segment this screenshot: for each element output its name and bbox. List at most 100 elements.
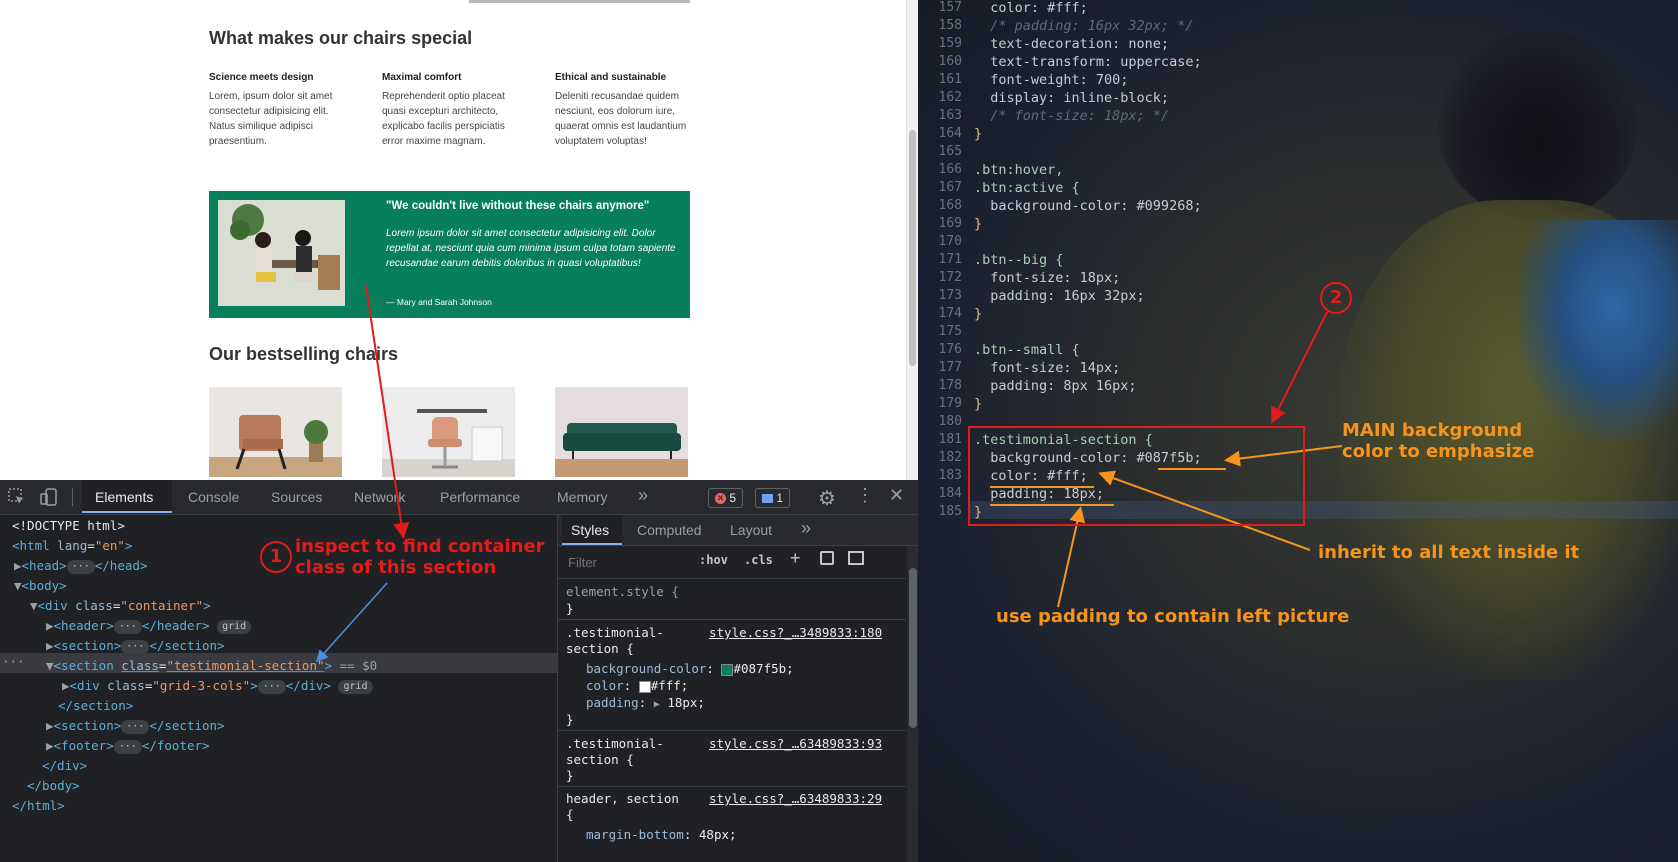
styles-filter-input[interactable] — [566, 552, 690, 572]
code-line[interactable]: .btn:hover, — [974, 162, 1063, 178]
code-line[interactable]: } — [974, 126, 982, 142]
code-line[interactable]: padding: 16px 32px; — [974, 288, 1144, 304]
tree-html-close[interactable]: </html> — [12, 798, 65, 813]
rule1-selector[interactable]: .testimonial- — [566, 625, 664, 640]
rule2-selector[interactable]: .testimonial- — [566, 736, 664, 751]
page-scrollbar[interactable] — [906, 0, 918, 480]
code-line[interactable]: text-transform: uppercase; — [974, 54, 1201, 70]
code-line[interactable]: padding: 8px 16px; — [974, 378, 1136, 394]
rule3-selector[interactable]: header, section — [566, 791, 679, 806]
rule2-source-link[interactable]: style.css?_…63489833:93 — [709, 736, 882, 751]
tab-memory[interactable]: Memory — [557, 489, 608, 505]
tree-section-1[interactable]: ▶<section> ··· </section> — [46, 638, 225, 654]
code-line[interactable]: font-size: 18px; — [974, 270, 1120, 286]
more-tabs-button[interactable]: » — [638, 485, 648, 506]
feature-3: Ethical and sustainable Deleniti recusan… — [555, 72, 695, 149]
tree-section-2[interactable]: ▶<section> ··· </section> — [46, 718, 225, 734]
tree-body[interactable]: ▼<body> — [14, 578, 67, 593]
scrollbar-thumb[interactable] — [909, 568, 917, 728]
paint-icon[interactable] — [820, 551, 834, 565]
tree-html[interactable]: <html lang="en"> — [12, 538, 132, 553]
code-line[interactable]: display: inline-block; — [974, 90, 1169, 106]
inspect-icon[interactable] — [8, 488, 26, 506]
row-more[interactable]: ··· — [2, 654, 25, 669]
ellipsis-badge[interactable]: ··· — [121, 639, 150, 654]
testimonial-text: Lorem ipsum dolor sit amet consectetur a… — [386, 228, 676, 269]
add-rule-icon[interactable]: + — [790, 548, 801, 569]
tab-console[interactable]: Console — [188, 489, 239, 505]
ellipsis-badge[interactable]: ··· — [66, 559, 95, 574]
rule1-prop-padding[interactable]: padding: ▶ 18px; — [586, 695, 705, 710]
tab-elements[interactable]: Elements — [95, 489, 153, 505]
tree-container[interactable]: ▼<div class="container"> — [30, 598, 211, 613]
tree-grid-div[interactable]: ▶<div class="grid-3-cols"> ··· </div> grid — [62, 678, 373, 694]
code-line[interactable]: color: #fff; — [974, 0, 1088, 16]
rule3-prop[interactable]: margin-bottom: 48px; — [586, 827, 737, 842]
line-number: 161 — [938, 72, 962, 87]
code-line[interactable]: /* font-size: 18px; */ — [974, 108, 1169, 124]
tab-styles[interactable]: Styles — [571, 522, 609, 538]
tree-header[interactable]: ▶<header> ··· </header> grid — [46, 618, 252, 634]
sidebar-toggle-icon[interactable] — [848, 551, 864, 565]
code-line[interactable]: .btn--big { — [974, 252, 1063, 268]
ellipsis-badge[interactable]: ··· — [121, 719, 150, 734]
prop-name: padding — [586, 695, 639, 710]
tree-testimonial-section[interactable]: ▼<section class="testimonial-section"> =… — [46, 658, 377, 673]
code-line[interactable]: } — [974, 216, 982, 232]
color-swatch[interactable] — [638, 680, 651, 693]
code-line[interactable]: text-decoration: none; — [974, 36, 1169, 52]
code-line[interactable]: font-weight: 700; — [974, 72, 1128, 88]
pane-divider[interactable] — [557, 515, 558, 862]
rule-close: } — [566, 712, 574, 727]
scrollbar-thumb[interactable] — [909, 130, 916, 366]
cls-toggle[interactable]: .cls — [744, 553, 773, 567]
chair-image-3 — [555, 387, 688, 477]
tab-layout[interactable]: Layout — [730, 522, 772, 538]
tree-footer[interactable]: ▶<footer> ··· </footer> — [46, 738, 210, 754]
more-style-tabs[interactable]: » — [801, 518, 811, 539]
color-swatch[interactable] — [721, 663, 734, 676]
code-line[interactable]: font-size: 14px; — [974, 360, 1120, 376]
css-rule-highlight-box — [968, 426, 1305, 526]
tag-section-close: </section> — [149, 638, 225, 653]
tree-section-close[interactable]: </section> — [58, 698, 133, 713]
element-style-rule[interactable]: element.style { — [566, 584, 679, 599]
rule1-source-link[interactable]: style.css?_…3489833:180 — [709, 625, 882, 640]
line-number: 178 — [938, 378, 962, 393]
grid-badge[interactable]: grid — [217, 619, 252, 634]
device-toggle-icon[interactable] — [40, 488, 58, 506]
close-icon[interactable]: ✕ — [889, 485, 904, 506]
code-line[interactable]: } — [974, 396, 982, 412]
rule1-selector-cont[interactable]: section { — [566, 641, 634, 656]
tree-div-close[interactable]: </div> — [42, 758, 87, 773]
kebab-menu-icon[interactable]: ⋮ — [856, 485, 874, 506]
code-line[interactable]: .btn:active { — [974, 180, 1080, 196]
code-line[interactable]: .btn--small { — [974, 342, 1080, 358]
tab-computed[interactable]: Computed — [637, 522, 702, 538]
rule2-selector-cont[interactable]: section { — [566, 752, 634, 767]
rule1-prop-bg[interactable]: background-color: #087f5b; — [586, 661, 794, 676]
expand-icon[interactable]: ▶ — [654, 699, 660, 710]
prop-value: 18px; — [667, 695, 705, 710]
ellipsis-badge[interactable]: ··· — [113, 619, 142, 634]
ellipsis-badge[interactable]: ··· — [257, 679, 286, 694]
settings-gear-icon[interactable]: ⚙ — [818, 486, 836, 511]
toolbar-divider — [72, 488, 73, 506]
hov-toggle[interactable]: :hov — [699, 553, 728, 567]
tag-header-close: </header> — [141, 618, 210, 633]
code-line[interactable]: } — [974, 306, 982, 322]
ellipsis-badge[interactable]: ··· — [113, 739, 142, 754]
code-line[interactable]: background-color: #099268; — [974, 198, 1201, 214]
tree-head[interactable]: ▶<head> ··· </head> — [14, 558, 147, 574]
code-line[interactable]: /* padding: 16px 32px; */ — [974, 18, 1193, 34]
tree-body-close[interactable]: </body> — [27, 778, 80, 793]
tab-performance[interactable]: Performance — [440, 489, 520, 505]
error-counter[interactable]: ✕ 5 — [708, 488, 744, 508]
tree-doctype[interactable]: <!DOCTYPE html> — [12, 518, 125, 533]
rule1-prop-color[interactable]: color: #fff; — [586, 678, 688, 693]
tab-network[interactable]: Network — [354, 489, 405, 505]
grid-badge[interactable]: grid — [338, 679, 373, 694]
message-counter[interactable]: 1 — [755, 488, 791, 508]
tab-sources[interactable]: Sources — [271, 489, 322, 505]
rule3-source-link[interactable]: style.css?_…63489833:29 — [709, 791, 882, 806]
